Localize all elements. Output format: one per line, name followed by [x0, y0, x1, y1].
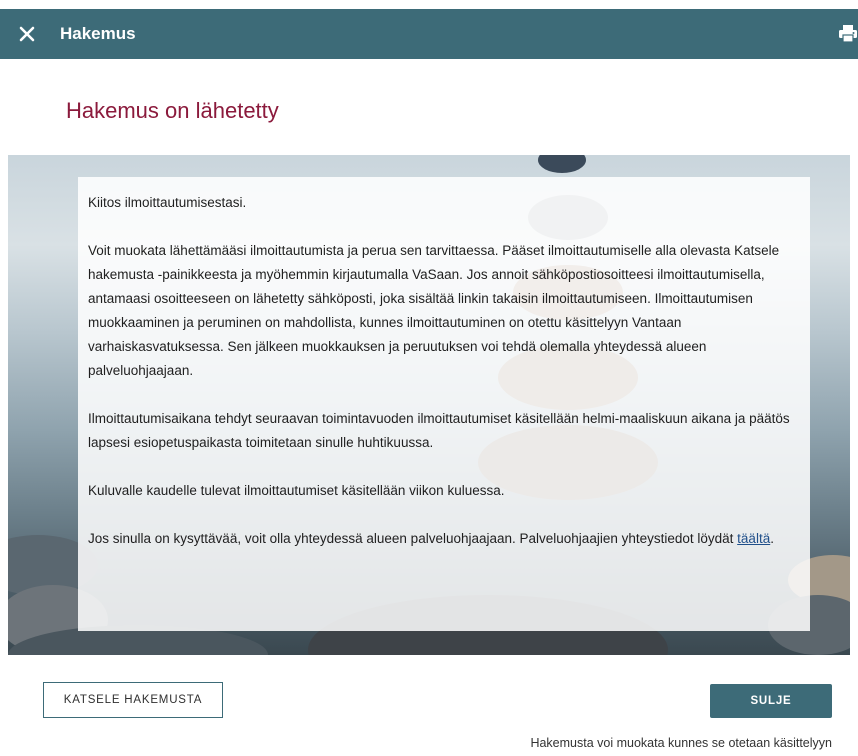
contact-text-end: .	[770, 531, 774, 546]
print-button[interactable]	[838, 24, 858, 44]
close-dialog-button[interactable]: SULJE	[710, 684, 832, 718]
edit-note: Hakemusta voi muokata kunnes se otetaan …	[530, 736, 832, 750]
header-title: Hakemus	[60, 24, 136, 43]
view-application-button[interactable]: KATSELE HAKEMUSTA	[43, 682, 223, 718]
page-title: Hakemus on lähetetty	[66, 98, 279, 123]
hero-image: Kiitos ilmoittautumisestasi. Voit muokat…	[8, 155, 850, 655]
message-paragraph: Kuluvalle kaudelle tulevat ilmoittautumi…	[88, 483, 505, 498]
message-paragraph: Kiitos ilmoittautumisestasi.	[88, 195, 247, 210]
message-paragraph: Voit muokata lähettämääsi ilmoittautumis…	[88, 243, 780, 378]
app-header: Hakemus	[0, 9, 858, 59]
confirmation-message: Kiitos ilmoittautumisestasi. Voit muokat…	[78, 177, 810, 631]
contact-paragraph: Jos sinulla on kysyttävää, voit olla yht…	[88, 527, 800, 551]
close-icon	[19, 26, 35, 42]
close-button[interactable]	[16, 23, 38, 45]
contact-link[interactable]: täältä	[737, 531, 770, 546]
message-paragraph: Ilmoittautumisaikana tehdyt seuraavan to…	[88, 411, 790, 450]
printer-icon	[839, 25, 857, 43]
contact-text: Jos sinulla on kysyttävää, voit olla yht…	[88, 531, 738, 546]
